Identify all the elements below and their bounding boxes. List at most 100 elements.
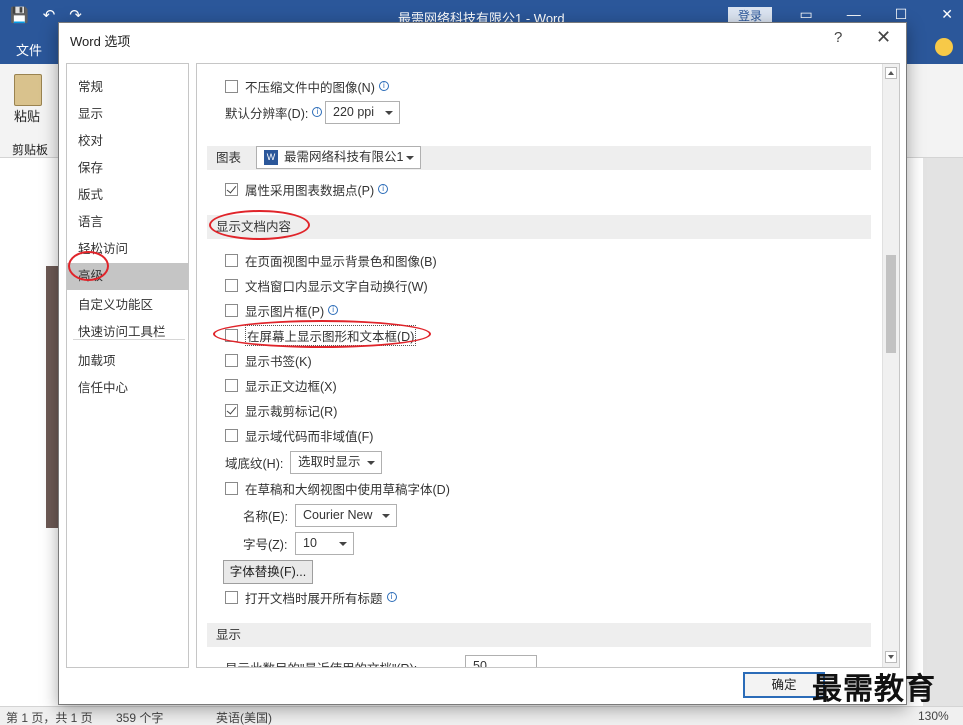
checkbox[interactable] xyxy=(225,403,238,417)
window-close-icon[interactable]: ✕ xyxy=(941,6,953,23)
checkbox[interactable] xyxy=(225,353,238,367)
nav-item-save[interactable]: 保存 xyxy=(67,155,188,182)
minimize-icon[interactable]: — xyxy=(847,6,861,23)
option-row[interactable]: 显示域代码而非域值(F) xyxy=(225,425,373,445)
maximize-icon[interactable]: ☐ xyxy=(895,6,908,23)
options-content: 不压缩文件中的图像(N) i 默认分辨率(D): i 220 ppi 图表 W最… xyxy=(196,63,900,668)
font-substitution-button[interactable]: 字体替换(F)... xyxy=(223,560,313,584)
checkbox[interactable] xyxy=(225,378,238,392)
font-size-label: 字号(Z): xyxy=(243,537,288,552)
nav-item-advanced[interactable]: 高级 xyxy=(67,263,188,290)
nav-item-accessibility[interactable]: 轻松访问 xyxy=(67,236,188,263)
checkbox[interactable] xyxy=(225,253,238,267)
checkbox[interactable] xyxy=(225,481,238,495)
vertical-scrollbar[interactable] xyxy=(882,64,899,667)
dialog-close-icon[interactable]: ✕ xyxy=(876,27,891,48)
chevron-down-icon xyxy=(385,111,393,115)
chevron-down-icon xyxy=(367,461,375,465)
option-label: 显示裁剪标记(R) xyxy=(245,404,338,419)
font-size-select[interactable]: 10 xyxy=(295,532,354,555)
smiley-icon[interactable] xyxy=(935,38,953,56)
option-no-compress[interactable]: 不压缩文件中的图像(N) i xyxy=(225,76,389,96)
section-display-2-title: 显示 xyxy=(216,628,242,642)
font-name-value: Courier New xyxy=(303,508,373,522)
option-label: 显示书签(K) xyxy=(245,354,312,369)
option-draft-font[interactable]: 在草稿和大纲视图中使用草稿字体(D) xyxy=(225,478,450,498)
nav-item-addins[interactable]: 加载项 xyxy=(67,348,188,375)
resolution-select[interactable]: 220 ppi xyxy=(325,101,400,124)
field-shading-value: 选取时显示 xyxy=(298,455,361,469)
option-row[interactable]: 显示图片框(P) i xyxy=(225,300,339,320)
field-shading-label: 域底纹(H): xyxy=(225,456,284,471)
option-label: 显示域代码而非域值(F) xyxy=(245,429,374,444)
resolution-label: 默认分辨率(D): xyxy=(225,106,309,121)
save-icon[interactable]: 💾 xyxy=(10,6,29,24)
section-display-content: 显示文档内容 xyxy=(207,215,871,239)
paste-label[interactable]: 粘贴 xyxy=(14,106,40,125)
nav-item-quick-access[interactable]: 快速访问工具栏 xyxy=(67,319,188,346)
option-label: 显示正文边框(X) xyxy=(245,379,337,394)
option-row[interactable]: 在屏幕上显示图形和文本框(D) xyxy=(225,324,417,346)
font-name-label: 名称(E): xyxy=(243,509,289,524)
status-zoom[interactable]: 130% xyxy=(918,709,949,723)
option-row[interactable]: 在页面视图中显示背景色和图像(B) xyxy=(225,250,437,270)
chart-doc-select[interactable]: W 最需网络科技有限公1 xyxy=(256,146,421,169)
checkbox[interactable] xyxy=(225,303,238,317)
option-label: 显示图片框(P) xyxy=(245,304,325,319)
status-page[interactable]: 第 1 页，共 1 页 xyxy=(6,709,93,725)
scroll-up-icon[interactable] xyxy=(885,67,897,79)
chevron-down-icon xyxy=(406,156,414,160)
option-label: 在屏幕上显示图形和文本框(D) xyxy=(245,324,417,346)
undo-icon[interactable]: ↶ xyxy=(43,6,56,24)
resolution-value: 220 ppi xyxy=(333,105,375,119)
nav-item-proofing[interactable]: 校对 xyxy=(67,128,188,155)
window-controls: ▭ — ☐ ✕ xyxy=(799,6,953,23)
ribbon-display-icon[interactable]: ▭ xyxy=(799,6,812,23)
option-expand-headings[interactable]: 打开文档时展开所有标题 i xyxy=(225,587,397,607)
status-language[interactable]: 英语(美国) xyxy=(216,709,272,725)
paste-icon[interactable] xyxy=(14,74,42,106)
option-row[interactable]: 显示书签(K) xyxy=(225,350,312,370)
nav-item-display[interactable]: 显示 xyxy=(67,101,188,128)
chevron-down-icon xyxy=(382,514,390,518)
scroll-thumb[interactable] xyxy=(886,255,896,353)
resolution-label-row: 默认分辨率(D): i xyxy=(225,102,323,122)
option-label: 打开文档时展开所有标题 xyxy=(245,591,383,606)
help-icon[interactable]: ? xyxy=(834,29,842,46)
checkbox[interactable] xyxy=(225,79,238,93)
word-options-dialog: Word 选项 ? ✕ 常规 显示 校对 保存 版式 语言 轻松访问 高级 自定… xyxy=(58,22,907,705)
option-label: 属性采用图表数据点(P) xyxy=(245,183,375,198)
recent-docs-spinner[interactable]: 50 xyxy=(465,655,537,667)
info-icon: i xyxy=(378,81,389,91)
checkbox[interactable] xyxy=(225,182,238,196)
section-display-title: 显示文档内容 xyxy=(216,220,292,234)
nav-item-customize-ribbon[interactable]: 自定义功能区 xyxy=(67,292,188,319)
option-row[interactable]: 文档窗口内显示文字自动换行(W) xyxy=(225,275,428,295)
options-nav: 常规 显示 校对 保存 版式 语言 轻松访问 高级 自定义功能区 快速访问工具栏… xyxy=(66,63,189,668)
section-display: 显示 xyxy=(207,623,871,647)
nav-divider xyxy=(73,339,185,340)
nav-item-trust-center[interactable]: 信任中心 xyxy=(67,375,188,402)
file-tab[interactable]: 文件 xyxy=(16,40,42,59)
recent-docs-row: 显示此数目的"最近使用的文档"(R): xyxy=(225,657,417,668)
checkbox[interactable] xyxy=(225,590,238,604)
font-name-select[interactable]: Courier New xyxy=(295,504,397,527)
info-icon: i xyxy=(328,305,339,315)
option-row[interactable]: 显示正文边框(X) xyxy=(225,375,337,395)
scroll-down-icon[interactable] xyxy=(885,651,897,663)
recent-docs-label: 显示此数目的"最近使用的文档"(R): xyxy=(225,658,417,668)
option-chart-datapoints[interactable]: 属性采用图表数据点(P) i xyxy=(225,179,389,199)
field-shading-row: 域底纹(H): xyxy=(225,452,283,472)
option-row[interactable]: 显示裁剪标记(R) xyxy=(225,400,337,420)
info-icon: i xyxy=(378,184,389,194)
checkbox[interactable] xyxy=(225,278,238,292)
nav-item-general[interactable]: 常规 xyxy=(67,74,188,101)
checkbox[interactable] xyxy=(225,428,238,442)
field-shading-select[interactable]: 选取时显示 xyxy=(290,451,382,474)
section-chart-title: 图表 xyxy=(216,151,242,165)
nav-item-layout[interactable]: 版式 xyxy=(67,182,188,209)
nav-item-language[interactable]: 语言 xyxy=(67,209,188,236)
checkbox[interactable] xyxy=(225,328,238,342)
status-words[interactable]: 359 个字 xyxy=(116,709,163,725)
info-icon: i xyxy=(386,592,397,602)
